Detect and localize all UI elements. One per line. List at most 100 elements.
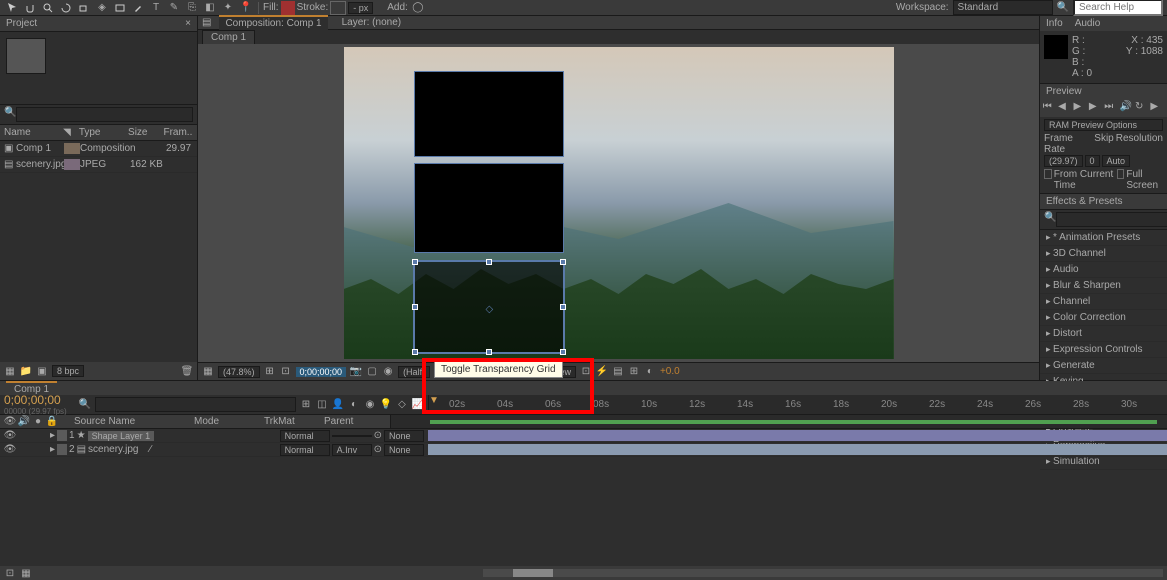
timeline-ruler[interactable]: ▼ 02s04s06s08s10s12s14s16s18s20s22s24s26…: [429, 395, 1167, 415]
composition-canvas[interactable]: ◇: [344, 47, 894, 359]
timeline-layer-row[interactable]: 👁 ▸ 2 ▤ scenery.jpg ∕ Normal A.Inv ⊙ Non…: [0, 443, 1167, 457]
camera-tool-icon[interactable]: [76, 1, 92, 15]
text-tool-icon[interactable]: T: [148, 1, 164, 15]
pen-tool-icon[interactable]: [130, 1, 146, 15]
mode-dropdown[interactable]: Normal: [280, 444, 330, 456]
project-item-comp[interactable]: ▣ Comp 1 Composition 29.97: [0, 141, 197, 157]
effects-category[interactable]: ▸ Expression Controls: [1040, 342, 1167, 358]
anchor-tool-icon[interactable]: ◈: [94, 1, 110, 15]
play-icon[interactable]: ▶: [1073, 101, 1087, 115]
shape-rect-1[interactable]: [414, 71, 564, 157]
skip-value[interactable]: 0: [1085, 155, 1100, 167]
roto-tool-icon[interactable]: ✦: [220, 1, 236, 15]
trkmat-dropdown[interactable]: [332, 435, 372, 437]
lock-col-icon[interactable]: 🔒: [46, 415, 58, 427]
auto-keyframe-icon[interactable]: ◇: [396, 399, 408, 411]
current-time-display[interactable]: 0;00;00;00: [296, 367, 347, 377]
stroke-swatch[interactable]: [330, 1, 346, 15]
trash-icon[interactable]: 🗑: [181, 365, 193, 377]
zoom-tool-icon[interactable]: [40, 1, 56, 15]
from-current-checkbox[interactable]: [1044, 169, 1052, 179]
hand-tool-icon[interactable]: [22, 1, 38, 15]
fx-icon[interactable]: ∕: [144, 444, 156, 456]
playhead-icon[interactable]: ▼: [429, 395, 439, 406]
loop-icon[interactable]: ↻: [1135, 101, 1149, 115]
effects-category[interactable]: ▸ Generate: [1040, 358, 1167, 374]
brainstorm-icon[interactable]: 💡: [380, 399, 392, 411]
effects-category[interactable]: ▸ 3D Channel: [1040, 246, 1167, 262]
project-panel-tab[interactable]: Project×: [0, 16, 197, 32]
project-item-footage[interactable]: ▤ scenery.jpg JPEG 162 KB: [0, 157, 197, 173]
frame-blend-icon[interactable]: ◐: [348, 399, 360, 411]
magnification-dropdown[interactable]: (47.8%): [218, 366, 260, 378]
audio-col-icon[interactable]: 🔊: [18, 415, 30, 427]
layer-name[interactable]: Shape Layer 1: [88, 431, 155, 441]
brush-tool-icon[interactable]: ✎: [166, 1, 182, 15]
sub-tab-comp1[interactable]: Comp 1: [202, 30, 255, 44]
shy-icon[interactable]: 👤: [332, 399, 344, 411]
mode-dropdown[interactable]: Normal: [280, 430, 330, 442]
reset-exposure-icon[interactable]: ◐: [644, 366, 656, 378]
guides-icon[interactable]: ⊡: [280, 366, 292, 378]
flow-icon[interactable]: ▤: [202, 17, 211, 28]
always-preview-icon[interactable]: ▦: [202, 366, 214, 378]
grid-icon[interactable]: ⊞: [264, 366, 276, 378]
eye-col-icon[interactable]: 👁: [4, 415, 16, 427]
effects-category[interactable]: ▸ Channel: [1040, 294, 1167, 310]
toggle-switches-icon[interactable]: ⊡: [4, 567, 16, 579]
tab-composition[interactable]: Composition: Comp 1: [219, 15, 327, 30]
effects-category[interactable]: ▸ Color Correction: [1040, 310, 1167, 326]
tab-effects[interactable]: Effects & Presets: [1040, 194, 1129, 209]
framerate-value[interactable]: (29.97): [1044, 155, 1083, 167]
parent-dropdown[interactable]: None: [384, 430, 424, 442]
eraser-tool-icon[interactable]: ◧: [202, 1, 218, 15]
bpc-toggle[interactable]: 8 bpc: [52, 365, 84, 377]
col-source-name[interactable]: Source Name: [70, 415, 190, 428]
comp-flowchart-icon[interactable]: ⊞: [628, 366, 640, 378]
graph-editor-icon[interactable]: 📈: [412, 399, 424, 411]
col-trkmat[interactable]: TrkMat: [260, 415, 320, 428]
preview-resolution-value[interactable]: Auto: [1102, 155, 1131, 167]
zoom-slider[interactable]: [483, 569, 1163, 577]
workspace-dropdown[interactable]: Standard: [953, 0, 1053, 15]
rect-tool-icon[interactable]: [112, 1, 128, 15]
shape-rect-3-selected[interactable]: ◇: [414, 261, 564, 353]
motion-blur-icon[interactable]: ◉: [364, 399, 376, 411]
effects-category[interactable]: ▸ * Animation Presets: [1040, 230, 1167, 246]
tab-preview[interactable]: Preview: [1040, 84, 1088, 99]
col-size[interactable]: Size: [128, 127, 163, 138]
col-fps[interactable]: Fram...: [163, 127, 193, 138]
col-name[interactable]: Name: [4, 127, 63, 138]
prev-frame-icon[interactable]: ◀: [1058, 101, 1072, 115]
fill-swatch[interactable]: [281, 1, 295, 15]
ram-preview-icon[interactable]: ▶: [1150, 101, 1164, 115]
eye-icon[interactable]: 👁: [4, 430, 16, 442]
pickwhip-icon[interactable]: ⊙: [374, 430, 382, 441]
layer-name[interactable]: scenery.jpg: [88, 444, 138, 455]
col-parent[interactable]: Parent: [320, 415, 390, 428]
pixel-aspect-icon[interactable]: ⊡: [580, 366, 592, 378]
snapshot-icon[interactable]: 📷: [350, 366, 362, 378]
channel-icon[interactable]: ◉: [382, 366, 394, 378]
col-type[interactable]: Type: [79, 127, 128, 138]
tab-audio[interactable]: Audio: [1069, 16, 1107, 31]
stroke-width[interactable]: - px: [348, 2, 373, 14]
effects-search-input[interactable]: [1056, 212, 1167, 227]
pickwhip-icon[interactable]: ⊙: [374, 444, 382, 455]
project-search-input[interactable]: [16, 107, 193, 122]
search-help-input[interactable]: [1073, 0, 1163, 16]
show-snapshot-icon[interactable]: ▢: [366, 366, 378, 378]
eye-icon[interactable]: 👁: [4, 444, 16, 456]
puppet-tool-icon[interactable]: 📍: [238, 1, 254, 15]
last-frame-icon[interactable]: ⏭: [1104, 101, 1118, 115]
draft3d-icon[interactable]: ◫: [316, 399, 328, 411]
effects-category[interactable]: ▸ Distort: [1040, 326, 1167, 342]
exposure-value[interactable]: +0.0: [660, 366, 680, 377]
audio-icon[interactable]: 🔊: [1120, 101, 1134, 115]
tab-layer[interactable]: Layer: (none): [336, 16, 407, 29]
rotate-tool-icon[interactable]: [58, 1, 74, 15]
effects-category[interactable]: ▸ Blur & Sharpen: [1040, 278, 1167, 294]
col-mode[interactable]: Mode: [190, 415, 260, 428]
first-frame-icon[interactable]: ⏮: [1043, 101, 1057, 115]
work-area-bar[interactable]: [430, 420, 1157, 424]
